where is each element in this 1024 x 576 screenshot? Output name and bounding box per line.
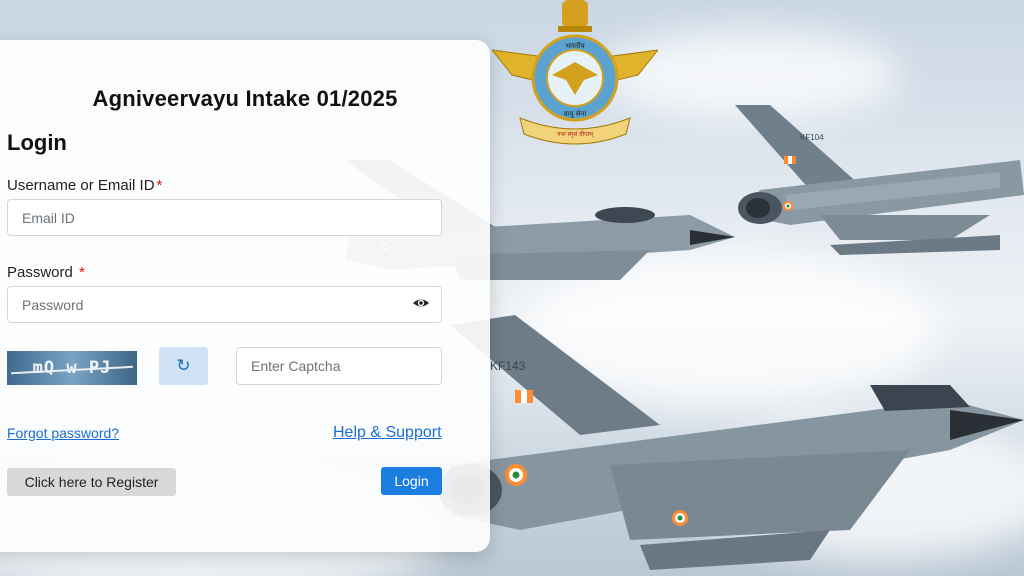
password-input[interactable] — [7, 286, 442, 323]
eye-icon[interactable] — [412, 295, 430, 311]
login-heading: Login — [7, 130, 67, 155]
help-support-link[interactable]: Help & Support — [333, 424, 442, 442]
username-label: Username or Email ID * — [7, 177, 162, 194]
captcha-refresh-button[interactable]: ↻ — [159, 347, 208, 385]
username-input[interactable] — [7, 199, 442, 236]
required-mark: * — [79, 264, 85, 281]
username-label-text: Username or Email ID — [7, 177, 155, 194]
fighter-jet-image: KF143 — [438, 315, 1024, 570]
emblem-motto: नभः स्पृशं दीप्तम् — [557, 130, 594, 138]
fighter-jet-image: KF104 — [735, 105, 1024, 255]
indian-air-force-emblem: भारतीय वायु सेना नभः स्पृशं दीप्तम् — [492, 0, 658, 145]
emblem-text-ring: वायु सेना — [564, 109, 587, 118]
password-label-text: Password — [7, 264, 73, 281]
captcha-image: mQ w PJ — [7, 351, 137, 385]
jet-marking-1: KF104 — [800, 133, 824, 142]
jet-marking-2: KF143 — [490, 359, 526, 373]
password-label: Password * — [7, 264, 85, 281]
captcha-input[interactable] — [236, 347, 442, 385]
login-button[interactable]: Login — [381, 467, 442, 495]
required-mark: * — [156, 177, 163, 194]
page-title: Agniveervayu Intake 01/2025 — [92, 86, 398, 111]
refresh-icon: ↻ — [176, 356, 191, 375]
emblem-text-top: भारतीय — [565, 41, 585, 50]
forgot-password-link[interactable]: Forgot password? — [7, 425, 119, 441]
register-button[interactable]: Click here to Register — [7, 468, 176, 496]
